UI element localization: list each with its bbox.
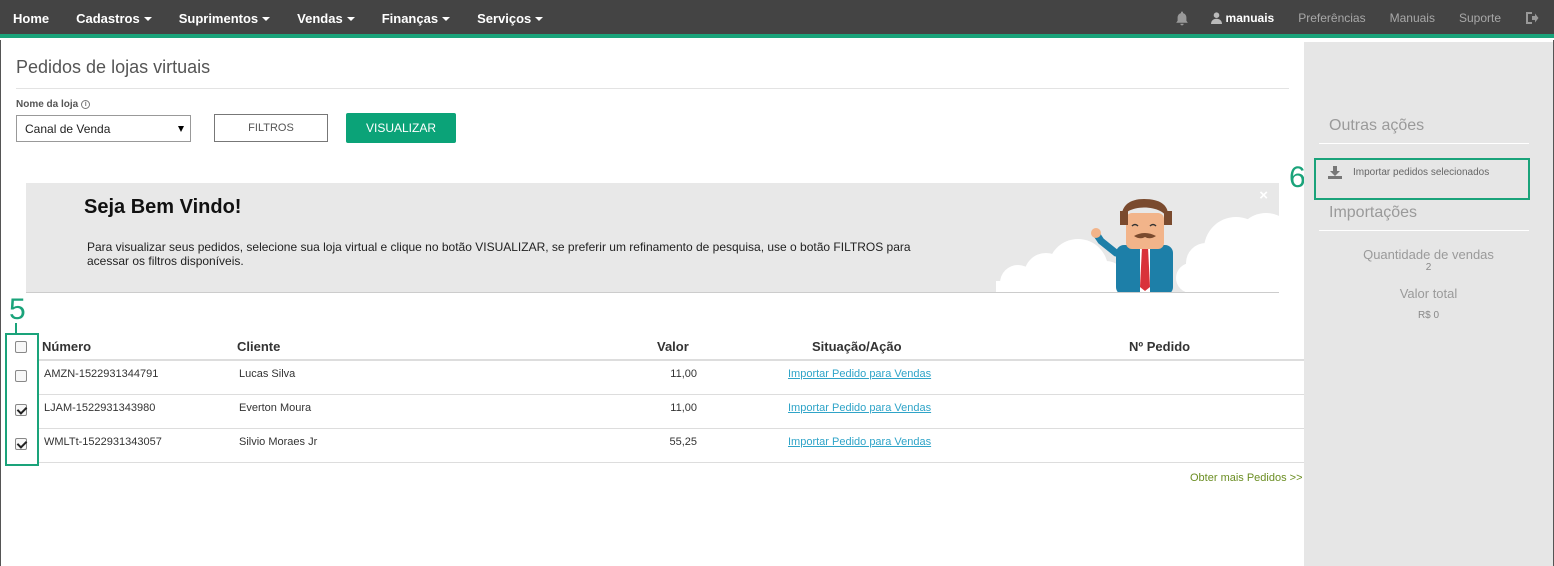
frame-left-border — [0, 40, 1, 566]
customer-name: Lucas Silva — [239, 368, 296, 380]
sidebar-divider — [1319, 143, 1529, 144]
total-value: R$ 0 — [1417, 310, 1440, 321]
row-checkbox[interactable] — [15, 370, 27, 382]
store-select[interactable]: Canal de Venda — [16, 115, 191, 142]
import-order-link[interactable]: Importar Pedido para Vendas — [788, 402, 931, 414]
link-suporte[interactable]: Suporte — [1459, 11, 1501, 25]
select-all-checkbox[interactable] — [15, 341, 27, 353]
import-order-link[interactable]: Importar Pedido para Vendas — [788, 368, 931, 380]
import-order-link[interactable]: Importar Pedido para Vendas — [788, 436, 931, 448]
sales-quantity-value: 2 — [1425, 262, 1432, 273]
column-header-situacao[interactable]: Situação/Ação — [812, 339, 902, 354]
order-number: LJAM-1522931343980 — [44, 402, 156, 414]
welcome-banner: Seja Bem Vindo! Para visualizar seus ped… — [26, 183, 1279, 293]
order-number: AMZN-1522931344791 — [44, 368, 159, 380]
user-icon — [1210, 12, 1222, 24]
menu-suprimentos[interactable]: Suprimentos — [179, 11, 271, 26]
main-menu: Home Cadastros Suprimentos Vendas Finanç… — [13, 0, 570, 36]
user-profile[interactable]: manuais — [1210, 11, 1275, 25]
username: manuais — [1225, 11, 1275, 25]
imports-heading: Importações — [1329, 204, 1418, 221]
table-header-divider — [39, 359, 1304, 361]
info-icon[interactable]: i — [81, 100, 91, 109]
other-actions-heading: Outras ações — [1329, 117, 1425, 134]
row-divider — [39, 394, 1304, 395]
logout-icon[interactable] — [1525, 11, 1539, 25]
annotation-box-import-action — [1314, 158, 1530, 200]
order-number: WMLTt-1522931343057 — [44, 436, 162, 448]
store-name-label: Nome da loja i — [16, 99, 91, 110]
annotation-leader-5 — [15, 323, 17, 333]
column-header-numero[interactable]: Número — [42, 339, 91, 354]
menu-financas[interactable]: Finanças — [382, 11, 451, 26]
column-header-pedido[interactable]: Nº Pedido — [1129, 339, 1190, 354]
menu-vendas[interactable]: Vendas — [297, 11, 355, 26]
dropdown-arrow-icon — [178, 126, 184, 132]
caret-down-icon — [346, 17, 355, 21]
row-checkbox[interactable] — [15, 404, 27, 416]
customer-name: Silvio Moraes Jr — [239, 436, 318, 448]
caret-down-icon — [442, 17, 451, 21]
banner-title: Seja Bem Vindo! — [84, 196, 242, 218]
menu-home[interactable]: Home — [13, 11, 49, 26]
link-preferencias[interactable]: Preferências — [1298, 11, 1365, 25]
caret-down-icon — [143, 17, 152, 21]
view-button[interactable]: VISUALIZAR — [346, 113, 456, 143]
right-sidebar: Outras ações Importar pedidos selecionad… — [1304, 42, 1553, 566]
total-value-label: Valor total — [1399, 286, 1458, 301]
banner-text: Para visualizar seus pedidos, selecione … — [87, 240, 911, 268]
mascot-illustration — [996, 199, 1279, 292]
row-divider — [39, 428, 1304, 429]
column-header-cliente[interactable]: Cliente — [237, 339, 280, 354]
column-header-valor[interactable]: Valor — [657, 339, 689, 354]
user-menu: manuais Preferências Manuais Suporte — [1175, 0, 1554, 36]
link-manuais[interactable]: Manuais — [1390, 11, 1435, 25]
close-icon[interactable]: × — [1259, 187, 1268, 204]
menu-servicos[interactable]: Serviços — [477, 11, 544, 26]
menu-cadastros[interactable]: Cadastros — [76, 11, 152, 26]
row-divider — [39, 462, 1304, 463]
sidebar-divider — [1319, 230, 1529, 231]
page-title: Pedidos de lojas virtuais — [16, 57, 211, 77]
top-navbar: Home Cadastros Suprimentos Vendas Finanç… — [0, 0, 1554, 38]
order-value: 11,00 — [670, 368, 697, 380]
caret-down-icon — [535, 17, 544, 21]
row-checkbox[interactable] — [15, 438, 27, 450]
title-divider — [16, 88, 1289, 89]
bell-icon[interactable] — [1175, 11, 1189, 26]
more-orders-link[interactable]: Obter mais Pedidos >> — [1190, 472, 1303, 484]
sales-quantity-label: Quantidade de vendas — [1363, 247, 1494, 262]
filters-button[interactable]: FILTROS — [214, 114, 328, 142]
customer-name: Everton Moura — [239, 402, 312, 414]
order-value: 11,00 — [670, 402, 697, 414]
annotation-marker-5: 5 — [9, 293, 26, 326]
caret-down-icon — [262, 17, 271, 21]
order-value: 55,25 — [669, 436, 697, 448]
